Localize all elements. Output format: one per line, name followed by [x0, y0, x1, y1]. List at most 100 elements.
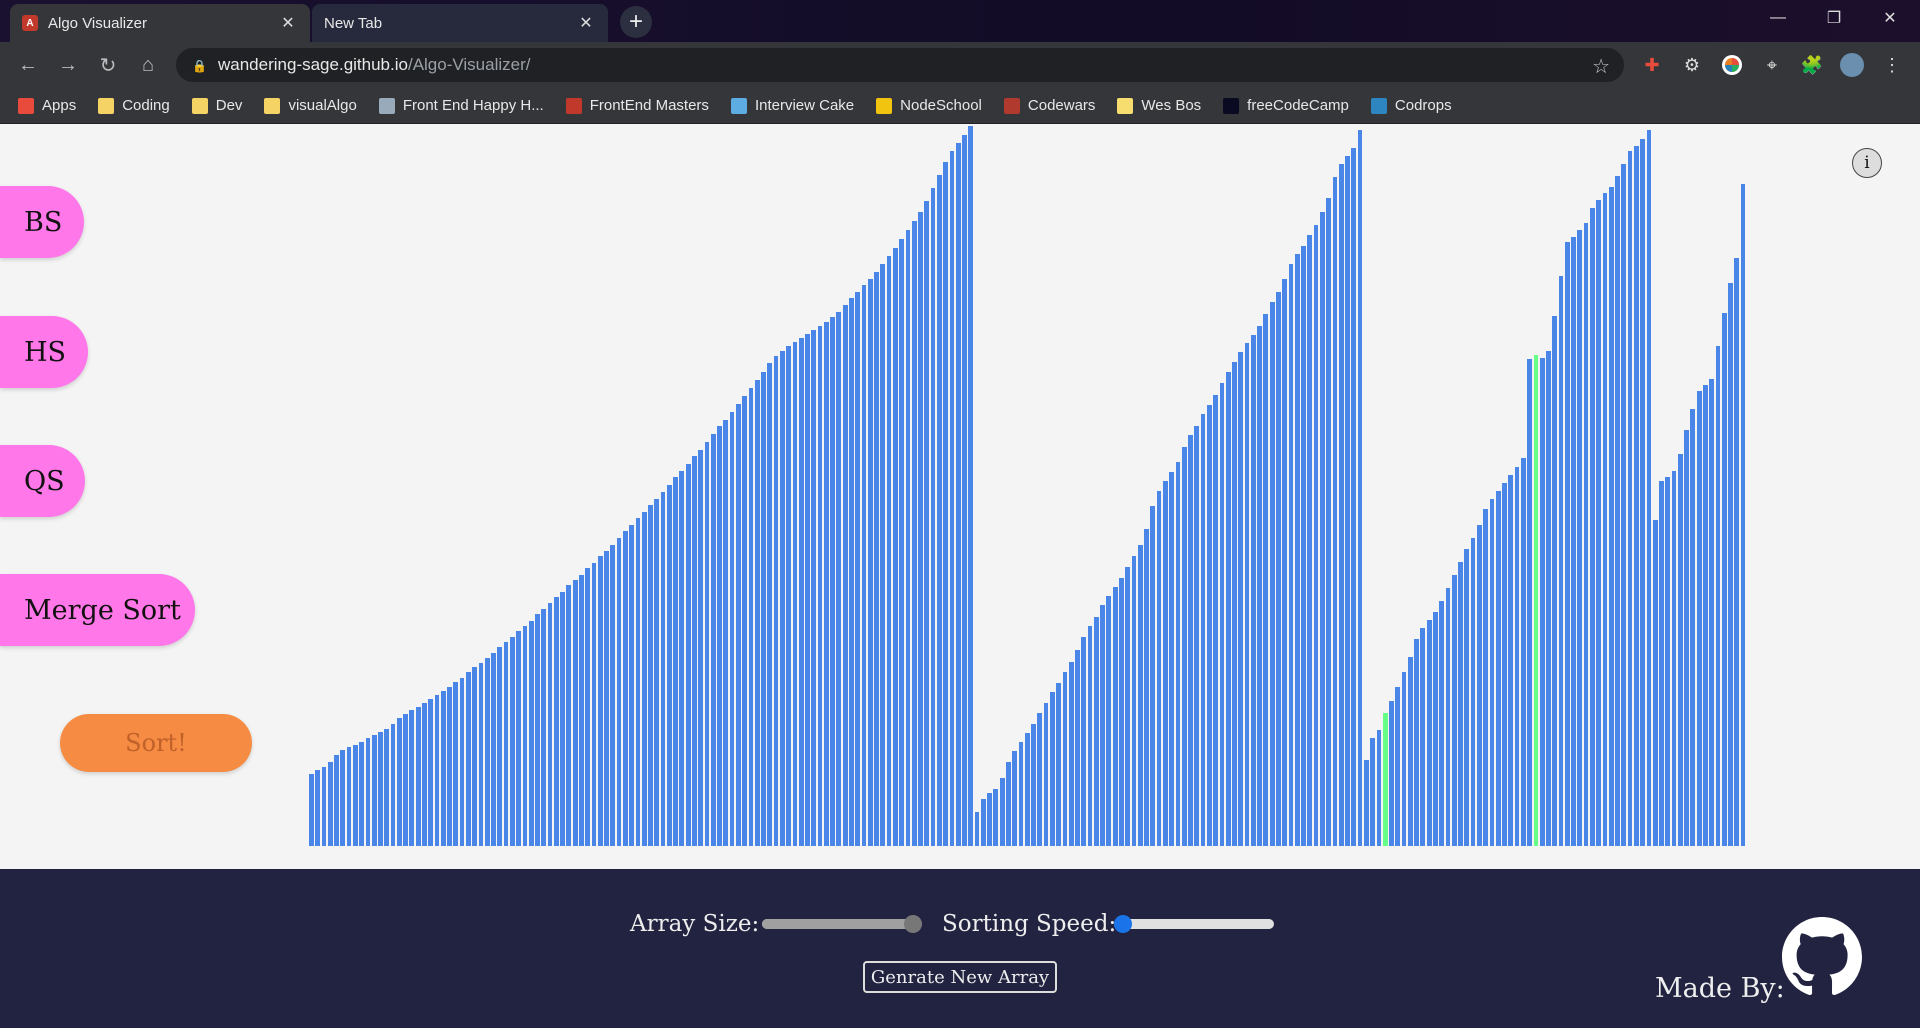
- array-bar: [1006, 761, 1011, 846]
- close-window-icon[interactable]: ✕: [1862, 0, 1918, 36]
- bookmark-item[interactable]: Front End Happy H...: [378, 97, 544, 114]
- array-bar: [1495, 490, 1501, 846]
- extension-color-wheel-icon[interactable]: [1718, 51, 1746, 79]
- bookmark-label: visualAlgo: [288, 97, 357, 114]
- bookmark-item[interactable]: FrontEnd Masters: [565, 97, 709, 114]
- array-bar: [403, 714, 408, 846]
- minimize-icon[interactable]: —: [1750, 0, 1806, 36]
- array-bar: [930, 187, 936, 846]
- array-bar: [1313, 224, 1319, 846]
- close-tab-icon[interactable]: ✕: [278, 13, 298, 33]
- bookmark-item[interactable]: Interview Cake: [730, 97, 854, 114]
- array-bar: [1571, 236, 1576, 846]
- array-bar: [1181, 447, 1187, 846]
- avatar[interactable]: [1838, 51, 1866, 79]
- bookmark-label: Coding: [122, 97, 170, 114]
- sorting-speed-slider[interactable]: [1114, 915, 1274, 933]
- bookmark-item[interactable]: Coding: [98, 97, 170, 114]
- bookmark-label: Wes Bos: [1141, 97, 1202, 114]
- extensions-puzzle-icon[interactable]: 🧩: [1798, 51, 1826, 79]
- menu-kebab-icon[interactable]: ⋮: [1878, 51, 1906, 79]
- array-bar: [1232, 361, 1237, 846]
- array-bar: [1721, 312, 1727, 846]
- restore-icon[interactable]: ❐: [1806, 0, 1862, 36]
- array-bar: [616, 538, 622, 846]
- sort-button[interactable]: Sort!: [60, 714, 252, 772]
- reload-icon[interactable]: ↻: [94, 51, 122, 79]
- heap-sort-button[interactable]: HS: [0, 316, 88, 388]
- github-icon[interactable]: [1782, 917, 1862, 997]
- array-bar: [1357, 129, 1363, 846]
- array-bar: [1119, 577, 1124, 846]
- array-bar: [1659, 481, 1664, 846]
- array-bar: [1414, 639, 1419, 846]
- lock-icon: 🔒: [192, 58, 207, 73]
- array-bar: [1470, 538, 1476, 846]
- bookmark-item[interactable]: NodeSchool: [876, 97, 982, 114]
- array-bar: [553, 597, 559, 846]
- extension-gear-icon[interactable]: ⚙: [1678, 51, 1706, 79]
- close-tab-icon[interactable]: ✕: [576, 13, 596, 33]
- tab-new-tab[interactable]: New Tab ✕: [312, 4, 608, 42]
- bookmark-item[interactable]: Codrops: [1370, 97, 1452, 114]
- array-bar: [390, 723, 396, 846]
- array-bar: [491, 652, 496, 846]
- array-bar: [1206, 405, 1212, 846]
- array-bar: [1508, 474, 1514, 846]
- array-bar: [654, 498, 660, 846]
- info-button[interactable]: i: [1852, 148, 1882, 178]
- bookmark-item[interactable]: Wes Bos: [1117, 97, 1201, 114]
- bookmark-item[interactable]: visualAlgo: [264, 97, 357, 114]
- array-bar: [999, 777, 1005, 846]
- slider-thumb[interactable]: [1114, 915, 1132, 933]
- array-bar: [1502, 482, 1507, 846]
- array-bar: [641, 511, 647, 846]
- back-icon[interactable]: ←: [14, 51, 42, 79]
- browser-title-bar: A Algo Visualizer ✕ New Tab ✕ + — ❐ ✕: [0, 0, 1920, 42]
- bookmark-star-icon[interactable]: ☆: [1592, 54, 1610, 79]
- array-bar: [352, 744, 358, 846]
- browser-toolbar: ← → ↻ ⌂ 🔒 wandering-sage.github.io /Algo…: [0, 42, 1920, 88]
- array-bar: [610, 544, 616, 846]
- quick-sort-button[interactable]: QS: [0, 445, 85, 517]
- bookmark-item[interactable]: Codewars: [1003, 97, 1095, 114]
- bookmark-item[interactable]: Dev: [191, 97, 242, 114]
- array-bar: [830, 316, 835, 846]
- array-bars: [309, 124, 1747, 846]
- controls-footer: Array Size: Sorting Speed: Genrate New A…: [0, 869, 1920, 1028]
- tab-algo-visualizer[interactable]: A Algo Visualizer ✕: [10, 4, 310, 42]
- array-bar: [692, 456, 697, 846]
- sorting-speed-label: Sorting Speed:: [942, 911, 1117, 937]
- address-bar[interactable]: 🔒 wandering-sage.github.io /Algo-Visuali…: [176, 48, 1624, 82]
- extension-cursor-icon[interactable]: ⌖: [1758, 51, 1786, 79]
- array-bar: [892, 248, 898, 846]
- new-tab-button[interactable]: +: [620, 6, 652, 38]
- array-bar: [415, 706, 421, 846]
- array-bar: [773, 356, 779, 846]
- home-icon[interactable]: ⌂: [134, 51, 162, 79]
- array-bar: [591, 563, 597, 846]
- array-bar: [453, 681, 459, 846]
- array-bar: [1715, 345, 1721, 846]
- array-bar: [1326, 198, 1332, 846]
- merge-sort-button[interactable]: Merge Sort: [0, 574, 195, 646]
- array-bar: [1520, 457, 1526, 846]
- bubble-sort-button[interactable]: BS: [0, 186, 84, 258]
- forward-icon[interactable]: →: [54, 51, 82, 79]
- array-bar: [1546, 351, 1551, 846]
- array-bar: [309, 773, 314, 846]
- bookmark-item[interactable]: Apps: [18, 97, 76, 114]
- array-bar: [911, 220, 917, 846]
- array-bar: [1640, 139, 1646, 846]
- array-size-slider[interactable]: [762, 915, 922, 933]
- array-bar: [497, 647, 503, 846]
- generate-new-array-button[interactable]: Genrate New Array: [863, 961, 1057, 993]
- array-bar: [1018, 742, 1024, 846]
- array-bar: [509, 636, 515, 846]
- slider-thumb[interactable]: [904, 915, 922, 933]
- bookmark-item[interactable]: freeCodeCamp: [1223, 97, 1349, 114]
- extension-cross-icon[interactable]: ✚: [1638, 51, 1666, 79]
- array-bar: [987, 793, 992, 846]
- bookmark-label: Front End Happy H...: [402, 97, 544, 114]
- array-bar: [754, 380, 760, 846]
